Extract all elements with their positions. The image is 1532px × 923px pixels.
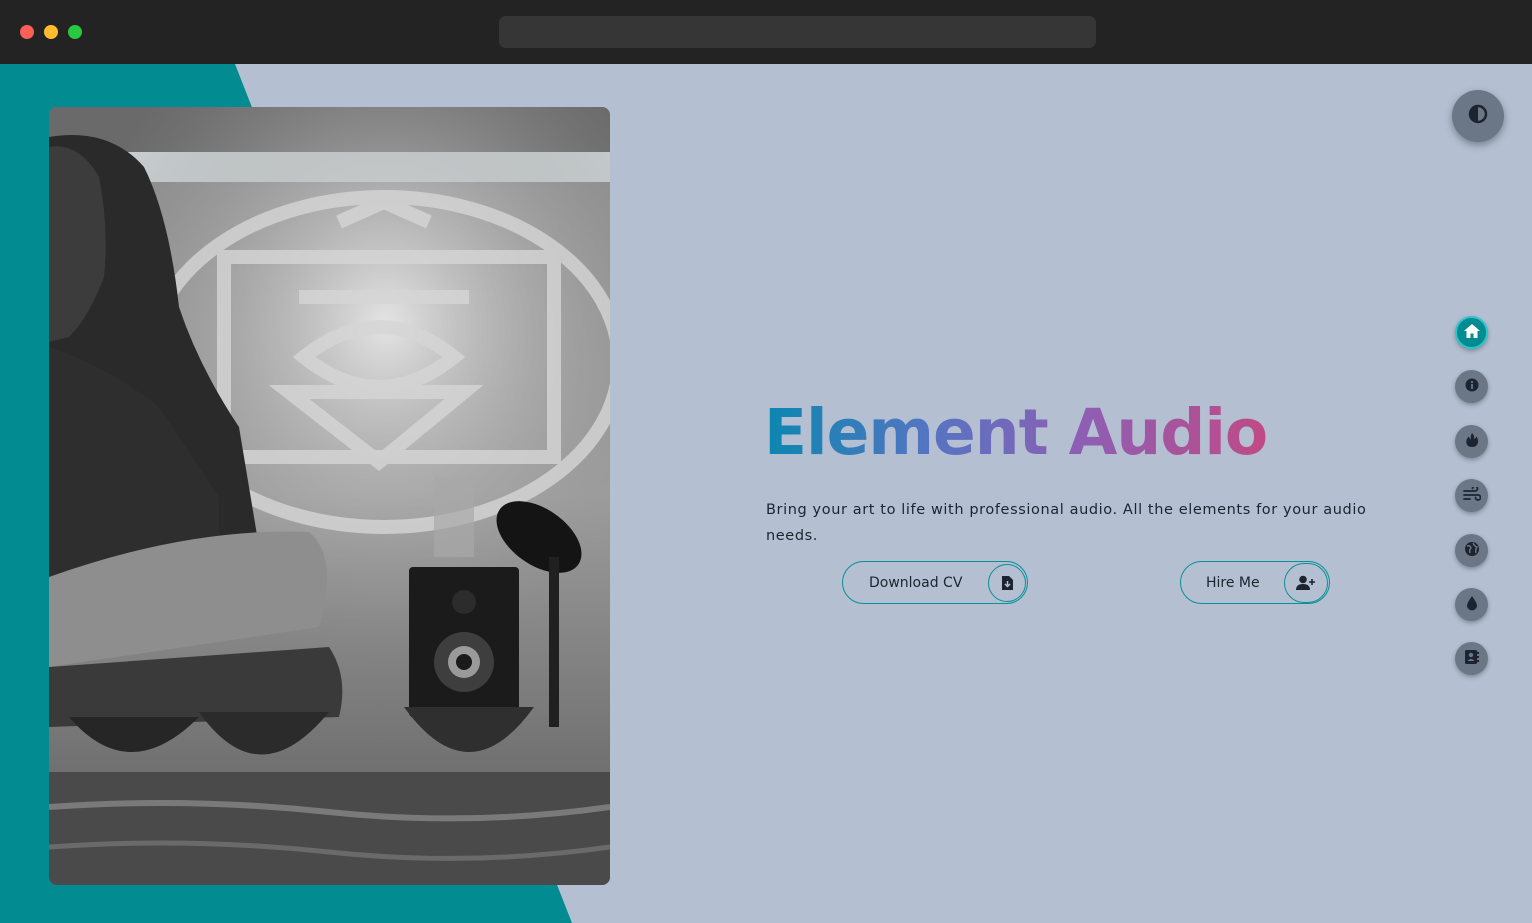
browser-window: Element Audio Bring your art to life wit…	[0, 0, 1532, 923]
fire-icon	[1465, 432, 1479, 452]
nav-contact[interactable]	[1455, 642, 1488, 675]
nav-home[interactable]	[1455, 316, 1488, 349]
contrast-icon	[1468, 104, 1488, 128]
water-drop-icon	[1466, 595, 1478, 615]
page-title: Element Audio	[764, 396, 1268, 476]
earth-icon	[1464, 541, 1480, 561]
hero-subtitle: Bring your art to life with professional…	[766, 502, 1367, 544]
info-icon	[1465, 377, 1479, 396]
minimize-window-button[interactable]	[44, 25, 58, 39]
theme-toggle-button[interactable]	[1452, 90, 1504, 142]
file-download-icon	[988, 563, 1026, 602]
nav-fire[interactable]	[1455, 425, 1488, 458]
contact-book-icon	[1464, 649, 1479, 669]
download-cv-label: Download CV	[869, 574, 963, 591]
address-bar[interactable]	[499, 16, 1096, 48]
home-icon	[1463, 323, 1481, 343]
nav-water[interactable]	[1455, 588, 1488, 621]
title-bar	[0, 0, 1532, 64]
hero-photo	[49, 107, 610, 885]
maximize-window-button[interactable]	[68, 25, 82, 39]
nav-wind[interactable]	[1455, 479, 1488, 512]
hire-me-button[interactable]: Hire Me	[1180, 561, 1330, 604]
nav-about[interactable]	[1455, 370, 1488, 403]
hire-me-label: Hire Me	[1206, 574, 1260, 591]
add-user-icon	[1284, 562, 1328, 603]
download-cv-button[interactable]: Download CV	[842, 561, 1028, 604]
wind-icon	[1462, 485, 1481, 505]
nav-earth[interactable]	[1455, 534, 1488, 567]
close-window-button[interactable]	[20, 25, 34, 39]
